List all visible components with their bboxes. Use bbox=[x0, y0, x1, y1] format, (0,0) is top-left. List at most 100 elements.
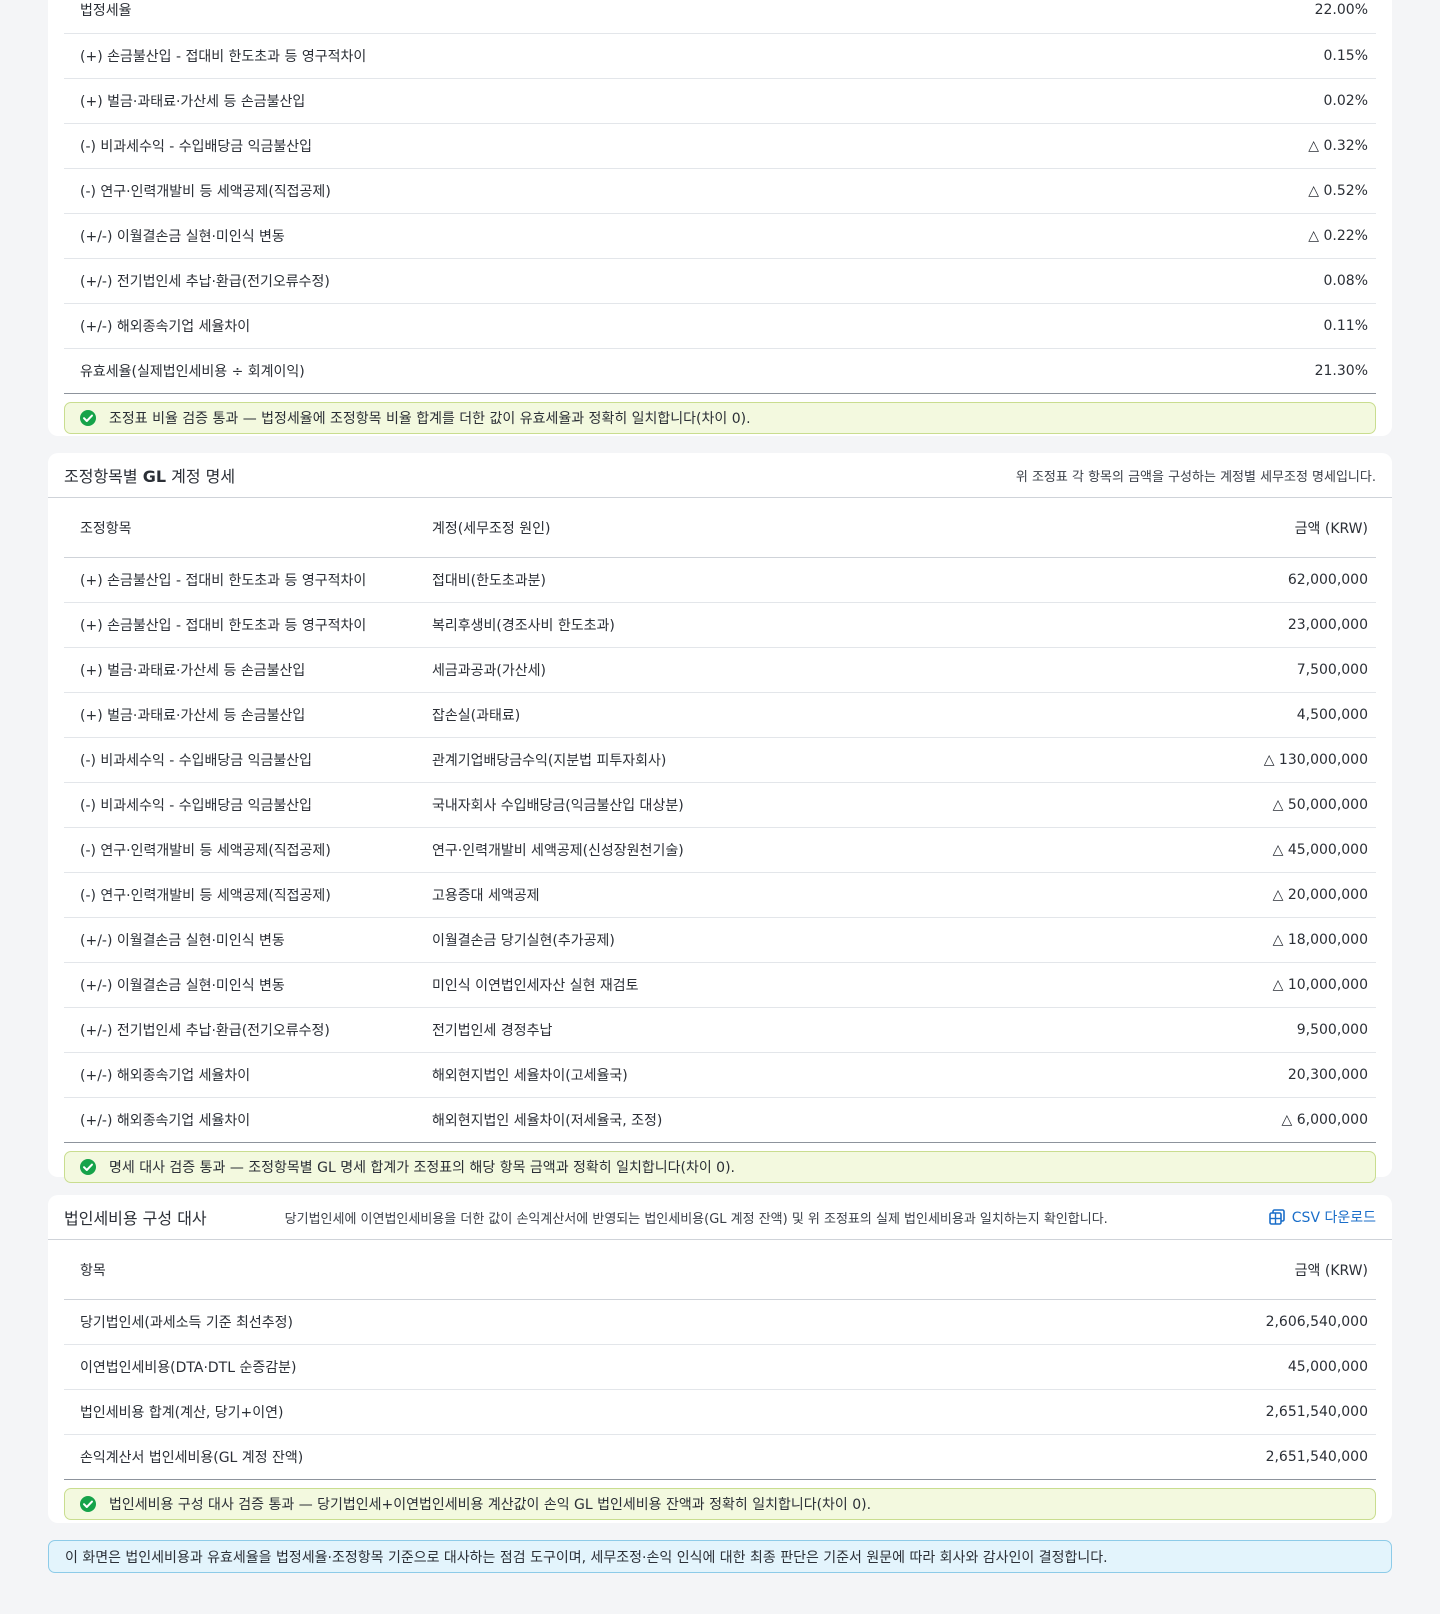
gl-detail-header: 조정항목별 GL 계정 명세 위 조정표 각 항목의 금액을 구성하는 계정별 … bbox=[48, 453, 1392, 498]
gl-detail-description: 위 조정표 각 항목의 금액을 구성하는 계정별 세무조정 명세입니다. bbox=[1015, 469, 1376, 485]
gl-item: (-) 연구·인력개발비 등 세액공제(직접공제) bbox=[80, 888, 331, 904]
gl-item: (+/-) 이월결손금 실현·미인식 변동 bbox=[80, 978, 285, 994]
ratio-label: 법정세율 bbox=[80, 2, 132, 19]
gl-item: (-) 연구·인력개발비 등 세액공제(직접공제) bbox=[80, 843, 331, 859]
ratio-label: (+/-) 전기법인세 추납·환급(전기오류수정) bbox=[80, 274, 330, 290]
gl-item: (+) 벌금·과태료·가산세 등 손금불산입 bbox=[80, 663, 306, 679]
gl-account: 고용증대 세액공제 bbox=[432, 888, 540, 904]
table-row: (+/-) 해외종속기업 세율차이 해외현지법인 세율차이(고세율국) 20,3… bbox=[64, 1053, 1376, 1098]
ratio-label: 유효세율(실제법인세비용 ÷ 회계이익) bbox=[80, 364, 305, 380]
gl-amount: △ 50,000,000 bbox=[1272, 797, 1368, 813]
table-row: (-) 연구·인력개발비 등 세액공제(직접공제) 고용증대 세액공제 △ 20… bbox=[64, 873, 1376, 918]
table-row: 손익계산서 법인세비용(GL 계정 잔액) 2,651,540,000 bbox=[64, 1435, 1376, 1480]
gl-item: (+/-) 이월결손금 실현·미인식 변동 bbox=[80, 933, 285, 949]
spreadsheet-icon bbox=[1268, 1209, 1285, 1225]
tax-item: 당기법인세(과세소득 기준 최선추정) bbox=[80, 1315, 294, 1331]
gl-check-banner: 명세 대사 검증 통과 — 조정항목별 GL 명세 합계가 조정표의 해당 항목… bbox=[64, 1151, 1376, 1183]
table-row: (+) 벌금·과태료·가산세 등 손금불산입 잡손실(과태료) 4,500,00… bbox=[64, 693, 1376, 738]
column-header-item: 조정항목 bbox=[80, 520, 132, 537]
gl-item: (+/-) 해외종속기업 세율차이 bbox=[80, 1068, 251, 1084]
table-row: (+) 손금불산입 - 접대비 한도초과 등 영구적차이 접대비(한도초과분) … bbox=[64, 558, 1376, 603]
table-row: 이연법인세비용(DTA·DTL 순증감분) 45,000,000 bbox=[64, 1345, 1376, 1390]
gl-account: 해외현지법인 세율차이(고세율국) bbox=[432, 1068, 628, 1084]
gl-account: 해외현지법인 세율차이(저세율국, 조정) bbox=[432, 1113, 663, 1129]
ratio-value: 0.08% bbox=[1323, 273, 1368, 289]
gl-amount: △ 45,000,000 bbox=[1272, 842, 1368, 858]
gl-account: 미인식 이연법인세자산 실현 재검토 bbox=[432, 978, 639, 994]
tax-amount: 45,000,000 bbox=[1287, 1359, 1368, 1375]
tax-expense-description: 당기법인세에 이연법인세비용을 더한 값이 손익계산서에 반영되는 법인세비용(… bbox=[284, 1211, 1108, 1227]
gl-amount: △ 10,000,000 bbox=[1272, 977, 1368, 993]
ratio-value: △ 0.22% bbox=[1308, 228, 1368, 244]
gl-item: (+/-) 전기법인세 추납·환급(전기오류수정) bbox=[80, 1023, 330, 1039]
tax-expense-check-banner: 법인세비용 구성 대사 검증 통과 — 당기법인세+이연법인세비용 계산값이 손… bbox=[64, 1488, 1376, 1520]
ratio-reconciliation-card: 법정세율 22.00% (+) 손금불산입 - 접대비 한도초과 등 영구적차이… bbox=[48, 0, 1392, 436]
table-row: (+/-) 해외종속기업 세율차이 해외현지법인 세율차이(저세율국, 조정) … bbox=[64, 1098, 1376, 1143]
table-header-row: 조정항목 계정(세무조정 원인) 금액 (KRW) bbox=[64, 498, 1376, 558]
csv-download-label: CSV 다운로드 bbox=[1291, 1210, 1376, 1226]
check-circle-icon bbox=[80, 410, 96, 426]
table-row: (+/-) 이월결손금 실현·미인식 변동 미인식 이연법인세자산 실현 재검토… bbox=[64, 963, 1376, 1008]
table-row: (+/-) 전기법인세 추납·환급(전기오류수정) 0.08% bbox=[64, 259, 1376, 304]
table-row: (-) 비과세수익 - 수입배당금 익금불산입 관계기업배당금수익(지분법 피투… bbox=[64, 738, 1376, 783]
tax-item: 이연법인세비용(DTA·DTL 순증감분) bbox=[80, 1360, 297, 1376]
disclaimer-text: 이 화면은 법인세비용과 유효세율을 법정세율·조정항목 기준으로 대사하는 점… bbox=[65, 1549, 1108, 1566]
gl-amount: 23,000,000 bbox=[1287, 617, 1368, 633]
ratio-label: (+/-) 해외종속기업 세율차이 bbox=[80, 319, 251, 335]
table-row: (+) 벌금·과태료·가산세 등 손금불산입 세금과공과(가산세) 7,500,… bbox=[64, 648, 1376, 693]
gl-account: 복리후생비(경조사비 한도초과) bbox=[432, 618, 615, 634]
table-row: (+/-) 이월결손금 실현·미인식 변동 이월결손금 당기실현(추가공제) △… bbox=[64, 918, 1376, 963]
tax-item: 손익계산서 법인세비용(GL 계정 잔액) bbox=[80, 1450, 304, 1466]
tax-expense-check-text: 법인세비용 구성 대사 검증 통과 — 당기법인세+이연법인세비용 계산값이 손… bbox=[109, 1497, 872, 1513]
table-row: 당기법인세(과세소득 기준 최선추정) 2,606,540,000 bbox=[64, 1300, 1376, 1345]
ratio-label: (+) 벌금·과태료·가산세 등 손금불산입 bbox=[80, 94, 306, 110]
gl-amount: 20,300,000 bbox=[1287, 1067, 1368, 1083]
gl-item: (+/-) 해외종속기업 세율차이 bbox=[80, 1113, 251, 1129]
ratio-value: △ 0.32% bbox=[1308, 138, 1368, 154]
ratio-label: (-) 비과세수익 - 수입배당금 익금불산입 bbox=[80, 139, 313, 155]
ratio-value: 0.11% bbox=[1323, 318, 1368, 334]
table-row: (-) 비과세수익 - 수입배당금 익금불산입 국내자회사 수입배당금(익금불산… bbox=[64, 783, 1376, 828]
ratio-label: (-) 연구·인력개발비 등 세액공제(직접공제) bbox=[80, 184, 331, 200]
column-header-amount: 금액 (KRW) bbox=[1294, 520, 1368, 537]
tax-expense-header: 법인세비용 구성 대사 당기법인세에 이연법인세비용을 더한 값이 손익계산서에… bbox=[48, 1195, 1392, 1240]
gl-amount: △ 130,000,000 bbox=[1263, 752, 1368, 768]
table-row: 법정세율 22.00% bbox=[64, 0, 1376, 34]
tax-item: 법인세비용 합계(계산, 당기+이연) bbox=[80, 1405, 284, 1421]
table-row: (+/-) 전기법인세 추납·환급(전기오류수정) 전기법인세 경정추납 9,5… bbox=[64, 1008, 1376, 1053]
csv-download-button[interactable]: CSV 다운로드 bbox=[1268, 1207, 1376, 1227]
tax-expense-title: 법인세비용 구성 대사 bbox=[64, 1209, 207, 1228]
tax-amount: 2,651,540,000 bbox=[1265, 1404, 1368, 1420]
gl-detail-title: 조정항목별 GL 계정 명세 bbox=[64, 467, 236, 486]
gl-item: (-) 비과세수익 - 수입배당금 익금불산입 bbox=[80, 798, 313, 814]
table-row: 법인세비용 합계(계산, 당기+이연) 2,651,540,000 bbox=[64, 1390, 1376, 1435]
column-header-item: 항목 bbox=[80, 1262, 106, 1279]
ratio-value: 0.02% bbox=[1323, 93, 1368, 109]
table-row: (-) 연구·인력개발비 등 세액공제(직접공제) 연구·인력개발비 세액공제(… bbox=[64, 828, 1376, 873]
ratio-table: 법정세율 22.00% (+) 손금불산입 - 접대비 한도초과 등 영구적차이… bbox=[64, 0, 1376, 394]
disclaimer-notice: 이 화면은 법인세비용과 유효세율을 법정세율·조정항목 기준으로 대사하는 점… bbox=[48, 1540, 1392, 1573]
gl-amount: 7,500,000 bbox=[1296, 662, 1368, 678]
gl-amount: △ 20,000,000 bbox=[1272, 887, 1368, 903]
tax-expense-card: 법인세비용 구성 대사 당기법인세에 이연법인세비용을 더한 값이 손익계산서에… bbox=[48, 1195, 1392, 1523]
table-header-row: 항목 금액 (KRW) bbox=[64, 1240, 1376, 1300]
gl-item: (+) 벌금·과태료·가산세 등 손금불산입 bbox=[80, 708, 306, 724]
gl-detail-card: 조정항목별 GL 계정 명세 위 조정표 각 항목의 금액을 구성하는 계정별 … bbox=[48, 453, 1392, 1183]
tax-expense-table: 항목 금액 (KRW) 당기법인세(과세소득 기준 최선추정) 2,606,54… bbox=[64, 1240, 1376, 1480]
gl-check-text: 명세 대사 검증 통과 — 조정항목별 GL 명세 합계가 조정표의 해당 항목… bbox=[109, 1160, 736, 1176]
gl-item: (+) 손금불산입 - 접대비 한도초과 등 영구적차이 bbox=[80, 573, 367, 589]
table-row: (-) 비과세수익 - 수입배당금 익금불산입 △ 0.32% bbox=[64, 124, 1376, 169]
gl-amount: 9,500,000 bbox=[1296, 1022, 1368, 1038]
gl-item: (+) 손금불산입 - 접대비 한도초과 등 영구적차이 bbox=[80, 618, 367, 634]
gl-account: 국내자회사 수입배당금(익금불산입 대상분) bbox=[432, 798, 684, 814]
ratio-value: 22.00% bbox=[1314, 1, 1368, 18]
ratio-value: △ 0.52% bbox=[1308, 183, 1368, 199]
gl-account: 전기법인세 경정추납 bbox=[432, 1023, 553, 1039]
gl-account: 연구·인력개발비 세액공제(신성장원천기술) bbox=[432, 843, 684, 859]
gl-amount: 62,000,000 bbox=[1287, 572, 1368, 588]
check-circle-icon bbox=[80, 1496, 96, 1512]
ratio-label: (+/-) 이월결손금 실현·미인식 변동 bbox=[80, 229, 285, 245]
table-row: (+) 손금불산입 - 접대비 한도초과 등 영구적차이 0.15% bbox=[64, 34, 1376, 79]
ratio-value: 21.30% bbox=[1314, 363, 1368, 379]
gl-detail-table: 조정항목 계정(세무조정 원인) 금액 (KRW) (+) 손금불산입 - 접대… bbox=[64, 498, 1376, 1143]
